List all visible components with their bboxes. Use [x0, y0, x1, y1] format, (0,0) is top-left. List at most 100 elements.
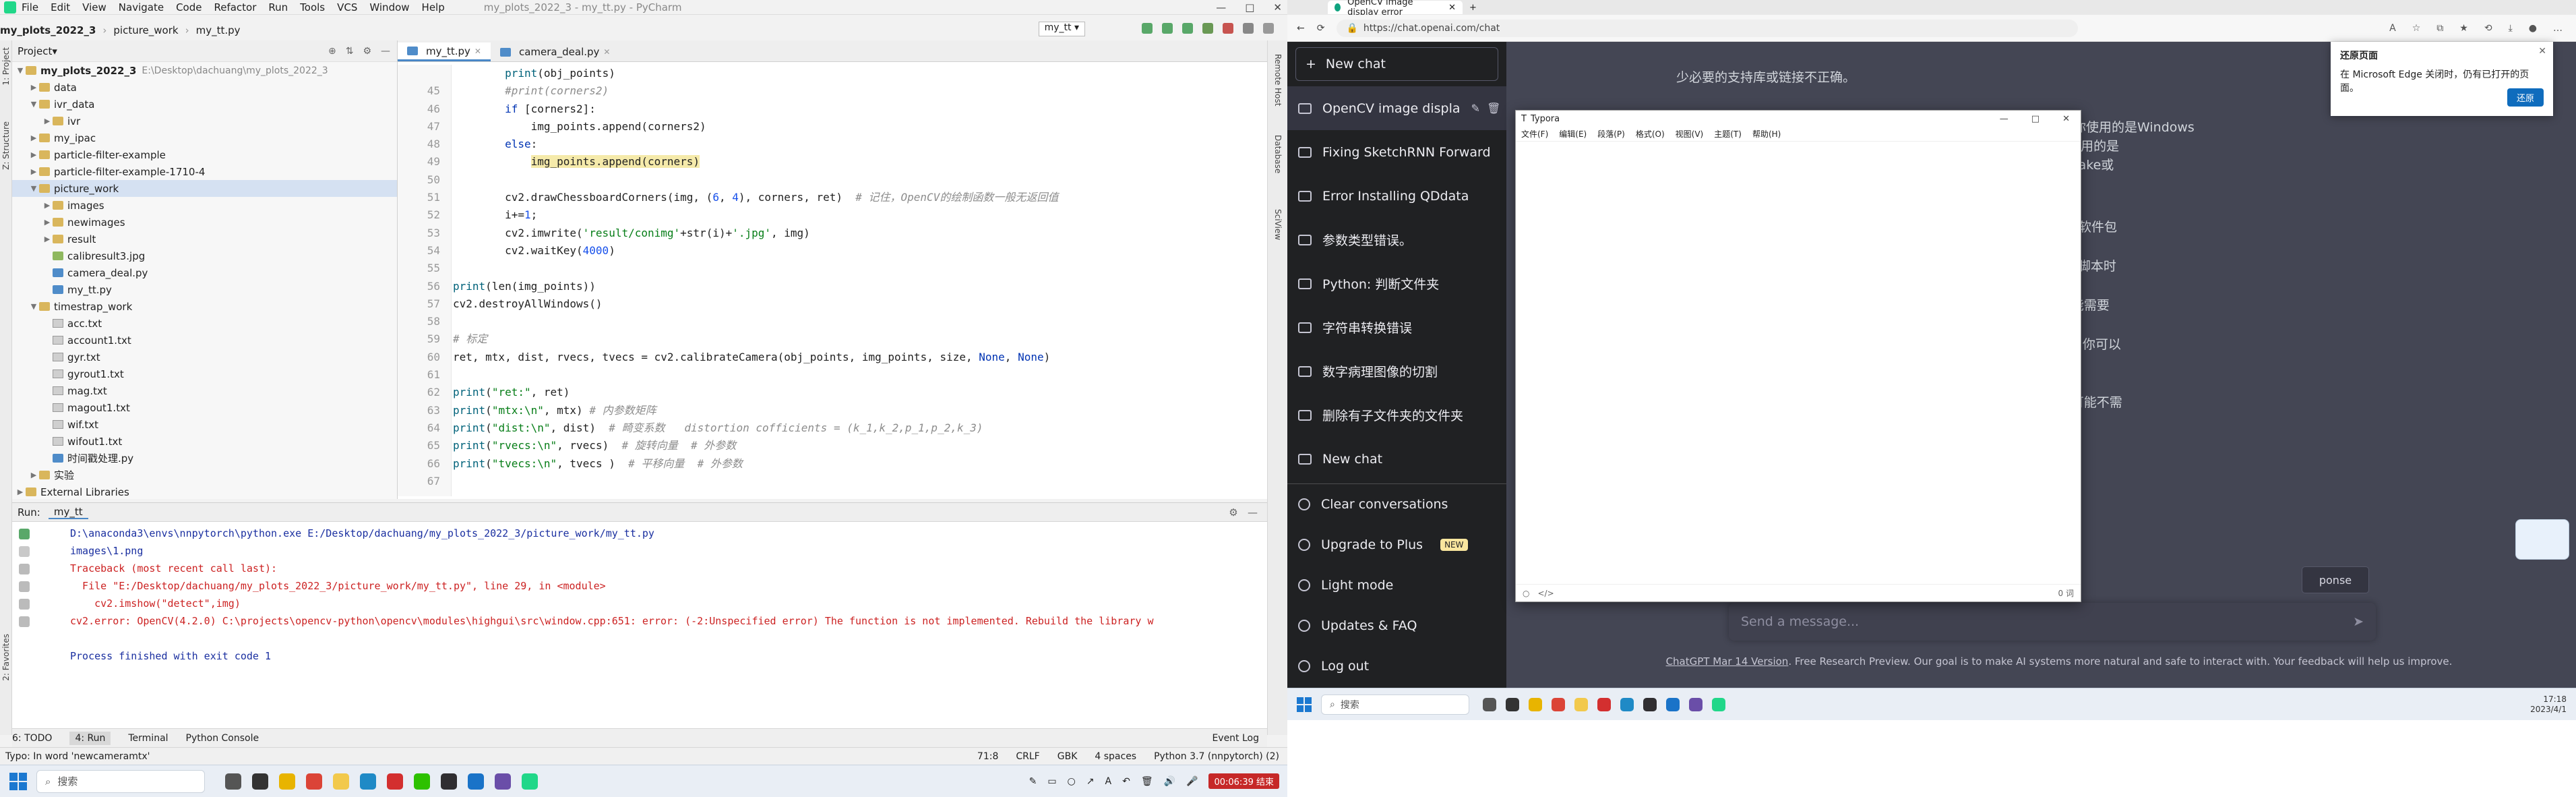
chevron-right-icon[interactable]: ▶ — [28, 167, 39, 176]
gear-icon[interactable]: ⚙ — [363, 46, 371, 57]
vscode-icon[interactable] — [468, 773, 484, 790]
project-tool-tab[interactable]: 1: Project — [1, 47, 11, 86]
clock[interactable]: 17:18 2023/4/1 — [2530, 695, 2567, 715]
close-tab-icon[interactable]: ✕ — [1448, 3, 1456, 13]
history-icon[interactable]: ⟲ — [2484, 23, 2492, 34]
typora-menu-item[interactable]: 编辑(E) — [1559, 128, 1587, 140]
star-icon[interactable]: ☆ — [2412, 23, 2421, 34]
vcs-icon[interactable] — [1243, 23, 1254, 34]
tree-item[interactable]: ▶ ivr — [12, 113, 397, 129]
address-bar[interactable]: 🔒 https://chat.openai.com/chat — [1337, 19, 2079, 37]
code-line[interactable] — [453, 473, 1058, 490]
app-icon[interactable] — [495, 773, 511, 790]
text-tool-icon[interactable]: A — [1105, 776, 1112, 787]
pen-icon[interactable]: ✎ — [1029, 776, 1037, 787]
tree-item[interactable]: ▼ timestrap_work — [12, 298, 397, 315]
run-tool[interactable]: 4: Run — [69, 731, 111, 745]
edge-icon[interactable] — [360, 773, 376, 790]
code-line[interactable]: i+=1; — [453, 206, 1058, 224]
sidebar-action-clear-conversations[interactable]: Clear conversations — [1287, 484, 1506, 525]
maximize-icon[interactable]: □ — [2031, 114, 2040, 124]
new-tab-icon[interactable]: + — [1469, 3, 1477, 13]
chevron-right-icon[interactable]: ▶ — [28, 83, 39, 92]
status-item[interactable]: Python 3.7 (nnpytorch) (2) — [1154, 751, 1279, 762]
breadcrumb-project[interactable]: my_plots_2022_3 — [0, 24, 96, 36]
close-icon[interactable]: ✕ — [2538, 46, 2546, 57]
database-tool-tab[interactable]: Database — [1273, 135, 1283, 173]
maximize-icon[interactable]: □ — [1245, 1, 1254, 13]
sciview-tool-tab[interactable]: SciView — [1273, 209, 1283, 240]
chevron-down-icon[interactable]: ▼ — [15, 66, 26, 75]
tab-camera-deal[interactable]: camera_deal.py ✕ — [491, 42, 619, 61]
tree-item[interactable]: ▶ 实验 — [12, 467, 397, 483]
volume-icon[interactable]: 🔊 — [1164, 776, 1175, 787]
pycharm-icon[interactable] — [1712, 697, 1725, 711]
menu-help[interactable]: Help — [422, 1, 445, 13]
code-line[interactable]: print(obj_points) — [453, 65, 1058, 82]
chevron-right-icon[interactable]: ▶ — [28, 150, 39, 159]
refresh-icon[interactable]: ⟳ — [1317, 23, 1325, 34]
more-icon[interactable]: … — [2553, 23, 2563, 34]
pycharm-icon[interactable] — [522, 773, 538, 790]
code-line[interactable]: # 标定 — [453, 330, 1058, 348]
tree-item[interactable]: ▶ particle-filter-example-1710-4 — [12, 163, 397, 180]
terminal-tool[interactable]: Terminal — [128, 733, 168, 744]
tree-item[interactable]: mag.txt — [12, 382, 397, 399]
pin-icon[interactable] — [19, 564, 30, 574]
status-item[interactable]: 4 spaces — [1095, 751, 1136, 762]
code-line[interactable]: ret, mtx, dist, rvecs, tvecs = cv2.calib… — [453, 349, 1058, 366]
tree-item[interactable]: 时间戳处理.py — [12, 450, 397, 467]
debug-icon[interactable] — [1162, 23, 1173, 34]
source-code-icon[interactable]: </> — [1537, 589, 1554, 598]
minimize-icon[interactable]: — — [1216, 1, 1226, 13]
chevron-right-icon[interactable]: ▶ — [42, 117, 53, 125]
tree-item[interactable]: calibresult3.jpg — [12, 247, 397, 264]
edge-icon[interactable] — [1620, 697, 1634, 711]
wps-icon[interactable] — [1597, 697, 1611, 711]
tree-item[interactable]: magout1.txt — [12, 399, 397, 416]
tree-item[interactable]: wifout1.txt — [12, 433, 397, 450]
downloads-icon[interactable]: ⤓ — [2509, 23, 2513, 34]
taskbar-search[interactable]: ⌕ 搜索 — [1321, 694, 1469, 715]
typora-menu-item[interactable]: 视图(V) — [1676, 128, 1704, 140]
wps-icon[interactable] — [387, 773, 403, 790]
remote-host-tool-tab[interactable]: Remote Host — [1273, 54, 1283, 106]
tree-item[interactable]: ▶ result — [12, 231, 397, 247]
menu-run[interactable]: Run — [268, 1, 288, 13]
code-line[interactable]: print("tvecs:\n", tvecs ) # 平移向量 # 外参数 — [453, 455, 1058, 473]
undo-icon[interactable]: ↶ — [1122, 776, 1130, 787]
trash-icon[interactable] — [19, 616, 30, 627]
rerun-icon[interactable] — [19, 529, 30, 539]
taskbar-search[interactable]: ⌕ 搜索 — [36, 769, 205, 793]
circle-icon[interactable]: ○ — [1068, 776, 1076, 787]
code-line[interactable] — [453, 260, 1058, 277]
menu-view[interactable]: View — [82, 1, 106, 13]
conversation-item[interactable]: 参数类型错误。 — [1287, 218, 1506, 262]
tree-item[interactable]: ▶ newimages — [12, 214, 397, 231]
profile-icon[interactable] — [1202, 23, 1213, 34]
conversation-item[interactable]: Fixing SketchRNN Forward — [1287, 130, 1506, 174]
todo-tool[interactable]: 6: TODO — [12, 733, 52, 744]
tree-item[interactable]: gyr.txt — [12, 349, 397, 365]
menu-file[interactable]: File — [22, 1, 38, 13]
sidebar-action-log-out[interactable]: Log out — [1287, 646, 1506, 686]
close-tab-icon[interactable]: ✕ — [603, 47, 610, 57]
app-icon[interactable] — [1689, 697, 1703, 711]
folder-icon[interactable] — [1574, 697, 1588, 711]
folder-icon[interactable] — [333, 773, 349, 790]
code-area[interactable]: 45 46 47 48 49 50 51 52 53 54 55 56 57 58 59 60 61 62 63 64… — [398, 65, 1267, 496]
edit-icon[interactable]: ✎ 🗑 — [1471, 102, 1501, 115]
code-line[interactable]: #print(corners2) — [453, 82, 1058, 100]
tree-item[interactable]: account1.txt — [12, 332, 397, 349]
close-icon[interactable]: ✕ — [1273, 1, 1282, 13]
restore-button[interactable]: 还原 — [2507, 88, 2544, 107]
conversation-item[interactable]: OpenCV image displa ✎ 🗑 — [1287, 86, 1506, 130]
task-view-icon[interactable] — [1483, 697, 1496, 711]
code-line[interactable]: cv2.destroyAllWindows() — [453, 295, 1058, 313]
menu-edit[interactable]: Edit — [51, 1, 70, 13]
chevron-right-icon[interactable]: ▶ — [42, 235, 53, 243]
chrome-icon[interactable] — [306, 773, 322, 790]
chevron-right-icon[interactable]: ▶ — [28, 134, 39, 142]
tab-my-tt[interactable]: my_tt.py ✕ — [398, 42, 491, 61]
chevron-down-icon[interactable]: ▼ — [28, 184, 39, 193]
